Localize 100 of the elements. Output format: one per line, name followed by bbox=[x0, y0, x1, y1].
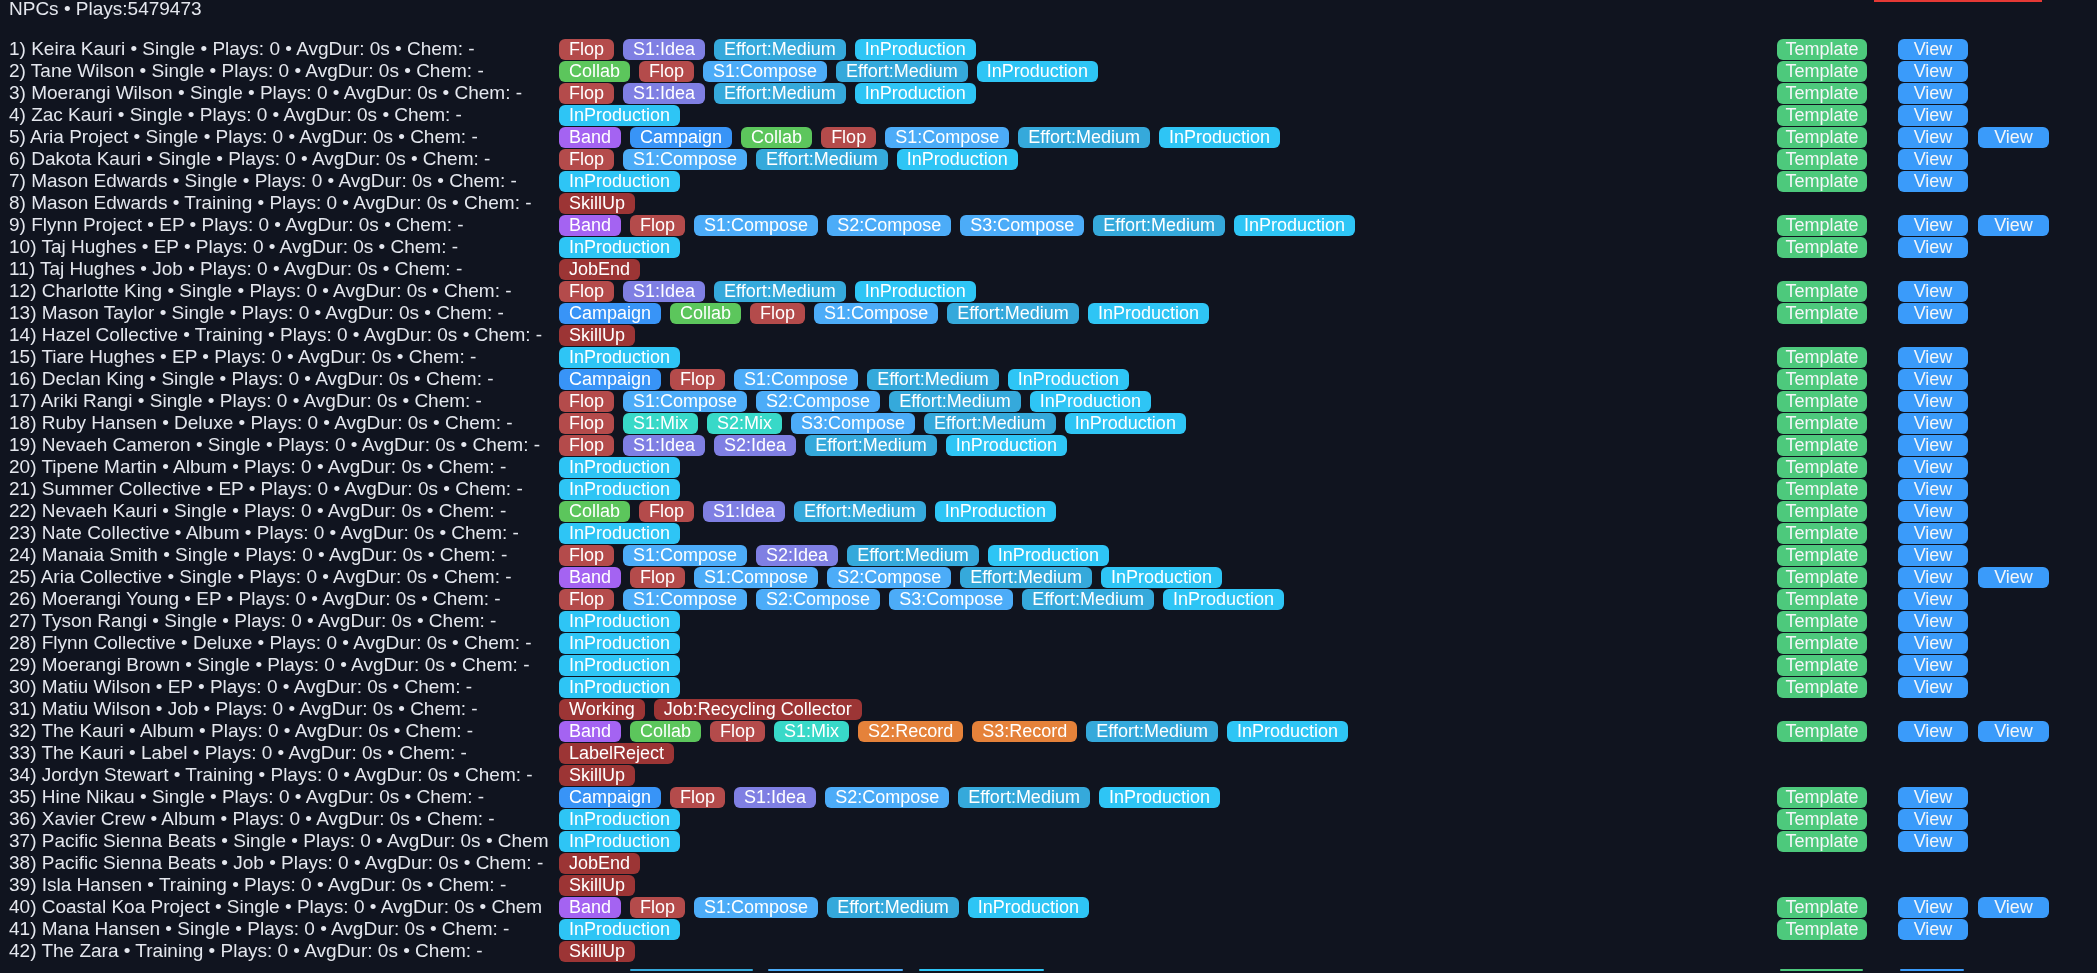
template-button[interactable]: Template bbox=[1777, 588, 1867, 610]
view-button[interactable]: View bbox=[1898, 720, 1968, 742]
template-button[interactable]: Template bbox=[1777, 368, 1867, 390]
npc-summary: 35) Hine Nikau • Single • Plays: 0 • AvgDur: 0s • Chem: - bbox=[9, 786, 485, 808]
npc-summary: 32) The Kauri • Album • Plays: 0 • AvgDur: 0s • Chem: - bbox=[9, 720, 474, 742]
template-button[interactable]: Template bbox=[1777, 478, 1867, 500]
view-button[interactable]: View bbox=[1898, 522, 1968, 544]
view-button[interactable]: View bbox=[1898, 346, 1968, 368]
status-tag: Effort:Medium bbox=[805, 434, 937, 456]
template-button[interactable]: Template bbox=[1777, 654, 1867, 676]
template-button[interactable]: Template bbox=[1777, 82, 1867, 104]
template-button[interactable]: Template bbox=[1777, 544, 1867, 566]
template-button[interactable]: Template bbox=[1777, 126, 1867, 148]
view-button[interactable]: View bbox=[1898, 280, 1968, 302]
template-button[interactable]: Template bbox=[1777, 610, 1867, 632]
status-tag: Effort:Medium bbox=[889, 390, 1021, 412]
template-button[interactable]: Template bbox=[1777, 390, 1867, 412]
npc-summary: 13) Mason Taylor • Single • Plays: 0 • AvgDur: 0s • Chem: - bbox=[9, 302, 504, 324]
status-tag: S1:Idea bbox=[623, 434, 706, 456]
view-button[interactable]: View bbox=[1978, 720, 2049, 742]
npc-summary: 25) Aria Collective • Single • Plays: 0 • AvgDur: 0s • Chem: - bbox=[9, 566, 512, 588]
view-button[interactable]: View bbox=[1898, 148, 1968, 170]
view-button[interactable]: View bbox=[1898, 654, 1968, 676]
view-button[interactable]: View bbox=[1898, 632, 1968, 654]
view-button[interactable]: View bbox=[1898, 456, 1968, 478]
template-button[interactable]: Template bbox=[1777, 896, 1867, 918]
status-tag: SkillUp bbox=[559, 764, 635, 786]
view-button[interactable]: View bbox=[1898, 214, 1968, 236]
status-tag: S1:Compose bbox=[623, 544, 748, 566]
template-button[interactable]: Template bbox=[1777, 720, 1867, 742]
view-button[interactable]: View bbox=[1898, 588, 1968, 610]
view-button[interactable]: View bbox=[1898, 808, 1968, 830]
view-button[interactable]: View bbox=[1898, 302, 1968, 324]
status-tag: Collab bbox=[559, 500, 631, 522]
template-button[interactable]: Template bbox=[1777, 566, 1867, 588]
template-button[interactable]: Template bbox=[1777, 280, 1867, 302]
npc-summary: 38) Pacific Sienna Beats • Job • Plays: 0 • AvgDur: 0s • Chem: - bbox=[9, 852, 544, 874]
view-button[interactable]: View bbox=[1898, 478, 1968, 500]
view-button[interactable]: View bbox=[1898, 566, 1968, 588]
view-button[interactable]: View bbox=[1898, 918, 1968, 940]
template-button[interactable]: Template bbox=[1777, 148, 1867, 170]
view-button[interactable]: View bbox=[1898, 434, 1968, 456]
status-tag: Flop bbox=[639, 500, 695, 522]
status-tag: Campaign bbox=[630, 126, 733, 148]
view-button[interactable]: View bbox=[1898, 500, 1968, 522]
npc-summary: 40) Coastal Koa Project • Single • Plays: 0 • AvgDur: 0s • Chem bbox=[9, 896, 543, 918]
status-tag: S1:Idea bbox=[734, 786, 817, 808]
template-button[interactable]: Template bbox=[1777, 38, 1867, 60]
view-button[interactable]: View bbox=[1898, 830, 1968, 852]
view-button[interactable]: View bbox=[1978, 566, 2049, 588]
template-button[interactable]: Template bbox=[1777, 918, 1867, 940]
view-button[interactable]: View bbox=[1898, 126, 1968, 148]
status-tag: Effort:Medium bbox=[714, 280, 846, 302]
view-button[interactable]: View bbox=[1898, 170, 1968, 192]
template-button[interactable]: Template bbox=[1777, 302, 1867, 324]
view-button[interactable]: View bbox=[1898, 82, 1968, 104]
template-button[interactable]: Template bbox=[1777, 456, 1867, 478]
view-button[interactable]: View bbox=[1898, 236, 1968, 258]
template-button[interactable]: Template bbox=[1777, 60, 1867, 82]
template-button[interactable]: Template bbox=[1777, 830, 1867, 852]
template-button[interactable]: Template bbox=[1777, 808, 1867, 830]
view-button[interactable]: View bbox=[1898, 368, 1968, 390]
view-button[interactable]: View bbox=[1898, 38, 1968, 60]
status-tag: InProduction bbox=[559, 830, 681, 852]
status-tag: S2:Compose bbox=[827, 214, 952, 236]
template-button[interactable]: Template bbox=[1777, 500, 1867, 522]
status-tag: InProduction bbox=[559, 610, 681, 632]
status-tag: SkillUp bbox=[559, 192, 635, 214]
template-button[interactable]: Template bbox=[1777, 522, 1867, 544]
view-button[interactable]: View bbox=[1978, 214, 2049, 236]
npc-summary: 41) Mana Hansen • Single • Plays: 0 • AvgDur: 0s • Chem: - bbox=[9, 918, 510, 940]
view-button[interactable]: View bbox=[1898, 610, 1968, 632]
template-button[interactable]: Template bbox=[1777, 346, 1867, 368]
template-button[interactable]: Template bbox=[1777, 236, 1867, 258]
view-button[interactable]: View bbox=[1978, 896, 2049, 918]
view-button[interactable]: View bbox=[1898, 544, 1968, 566]
status-tag: S1:Idea bbox=[623, 280, 706, 302]
template-button[interactable]: Template bbox=[1777, 104, 1867, 126]
status-tag: InProduction bbox=[559, 632, 681, 654]
stats-title: NPCs • Plays:5479473 bbox=[9, 0, 202, 18]
status-tag: S3:Compose bbox=[889, 588, 1014, 610]
view-button[interactable]: View bbox=[1898, 390, 1968, 412]
status-tag: InProduction bbox=[559, 676, 681, 698]
status-tag: Band bbox=[559, 566, 622, 588]
template-button[interactable]: Template bbox=[1777, 676, 1867, 698]
template-button[interactable]: Template bbox=[1777, 170, 1867, 192]
view-button[interactable]: View bbox=[1898, 896, 1968, 918]
view-button[interactable]: View bbox=[1898, 676, 1968, 698]
template-button[interactable]: Template bbox=[1777, 412, 1867, 434]
view-button[interactable]: View bbox=[1898, 786, 1968, 808]
template-button[interactable]: Template bbox=[1777, 214, 1867, 236]
view-button[interactable]: View bbox=[1978, 126, 2049, 148]
template-button[interactable]: Template bbox=[1777, 434, 1867, 456]
status-tag: InProduction bbox=[559, 808, 681, 830]
npc-summary: 39) Isla Hansen • Training • Plays: 0 • AvgDur: 0s • Chem: - bbox=[9, 874, 507, 896]
template-button[interactable]: Template bbox=[1777, 786, 1867, 808]
view-button[interactable]: View bbox=[1898, 104, 1968, 126]
view-button[interactable]: View bbox=[1898, 60, 1968, 82]
template-button[interactable]: Template bbox=[1777, 632, 1867, 654]
view-button[interactable]: View bbox=[1898, 412, 1968, 434]
